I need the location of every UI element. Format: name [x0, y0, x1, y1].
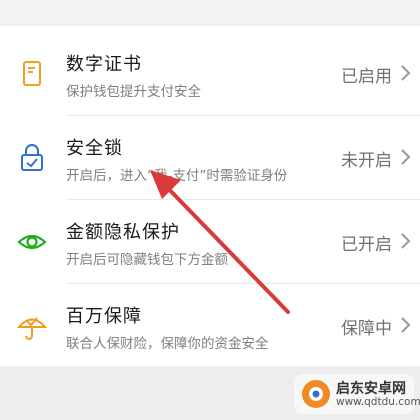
item-status: 已开启 — [341, 235, 392, 255]
certificate-icon — [23, 61, 41, 86]
item-status: 保障中 — [341, 319, 392, 339]
item-title: 数字证书 — [66, 54, 142, 75]
list-item-security-lock[interactable]: 安全锁 开启后，进入“我-支付”时需验证身份 未开启 — [0, 116, 420, 200]
eye-icon — [17, 234, 47, 250]
bottom-area: 启东安卓网 www.qdtdu.com — [0, 366, 420, 420]
item-subtitle: 联合人保财险，保障你的资金安全 — [66, 336, 269, 352]
list-item-amount-privacy[interactable]: 金额隐私保护 开启后可隐藏钱包下方金额 已开启 — [0, 200, 420, 284]
top-strip — [0, 0, 420, 24]
watermark-name: 启东安卓网 — [336, 381, 406, 397]
watermark-url: www.qdtdu.com — [336, 396, 420, 408]
list-item-digital-certificate[interactable]: 数字证书 保护钱包提升支付安全 已启用 — [0, 32, 420, 116]
item-subtitle: 开启后可隐藏钱包下方金额 — [66, 252, 228, 268]
lock-icon — [21, 144, 43, 171]
item-title: 百万保障 — [66, 306, 142, 327]
item-status: 已启用 — [341, 67, 392, 87]
item-title: 安全锁 — [66, 138, 123, 159]
item-title: 金额隐私保护 — [66, 222, 180, 243]
umbrella-icon — [16, 317, 48, 340]
chevron-right-icon — [401, 149, 411, 165]
chevron-right-icon — [401, 65, 411, 81]
item-status: 未开启 — [341, 151, 392, 171]
watermark: 启东安卓网 www.qdtdu.com — [294, 374, 420, 414]
item-subtitle: 开启后，进入“我-支付”时需验证身份 — [66, 168, 288, 184]
list-item-million-guarantee[interactable]: 百万保障 联合人保财险，保障你的资金安全 保障中 — [0, 284, 420, 368]
chevron-right-icon — [401, 317, 411, 333]
settings-list: 数字证书 保护钱包提升支付安全 已启用 安全锁 开启后，进入“我-支付”时需验证… — [0, 26, 420, 366]
item-subtitle: 保护钱包提升支付安全 — [66, 84, 201, 100]
chevron-right-icon — [401, 233, 411, 249]
watermark-logo-icon — [302, 380, 330, 408]
